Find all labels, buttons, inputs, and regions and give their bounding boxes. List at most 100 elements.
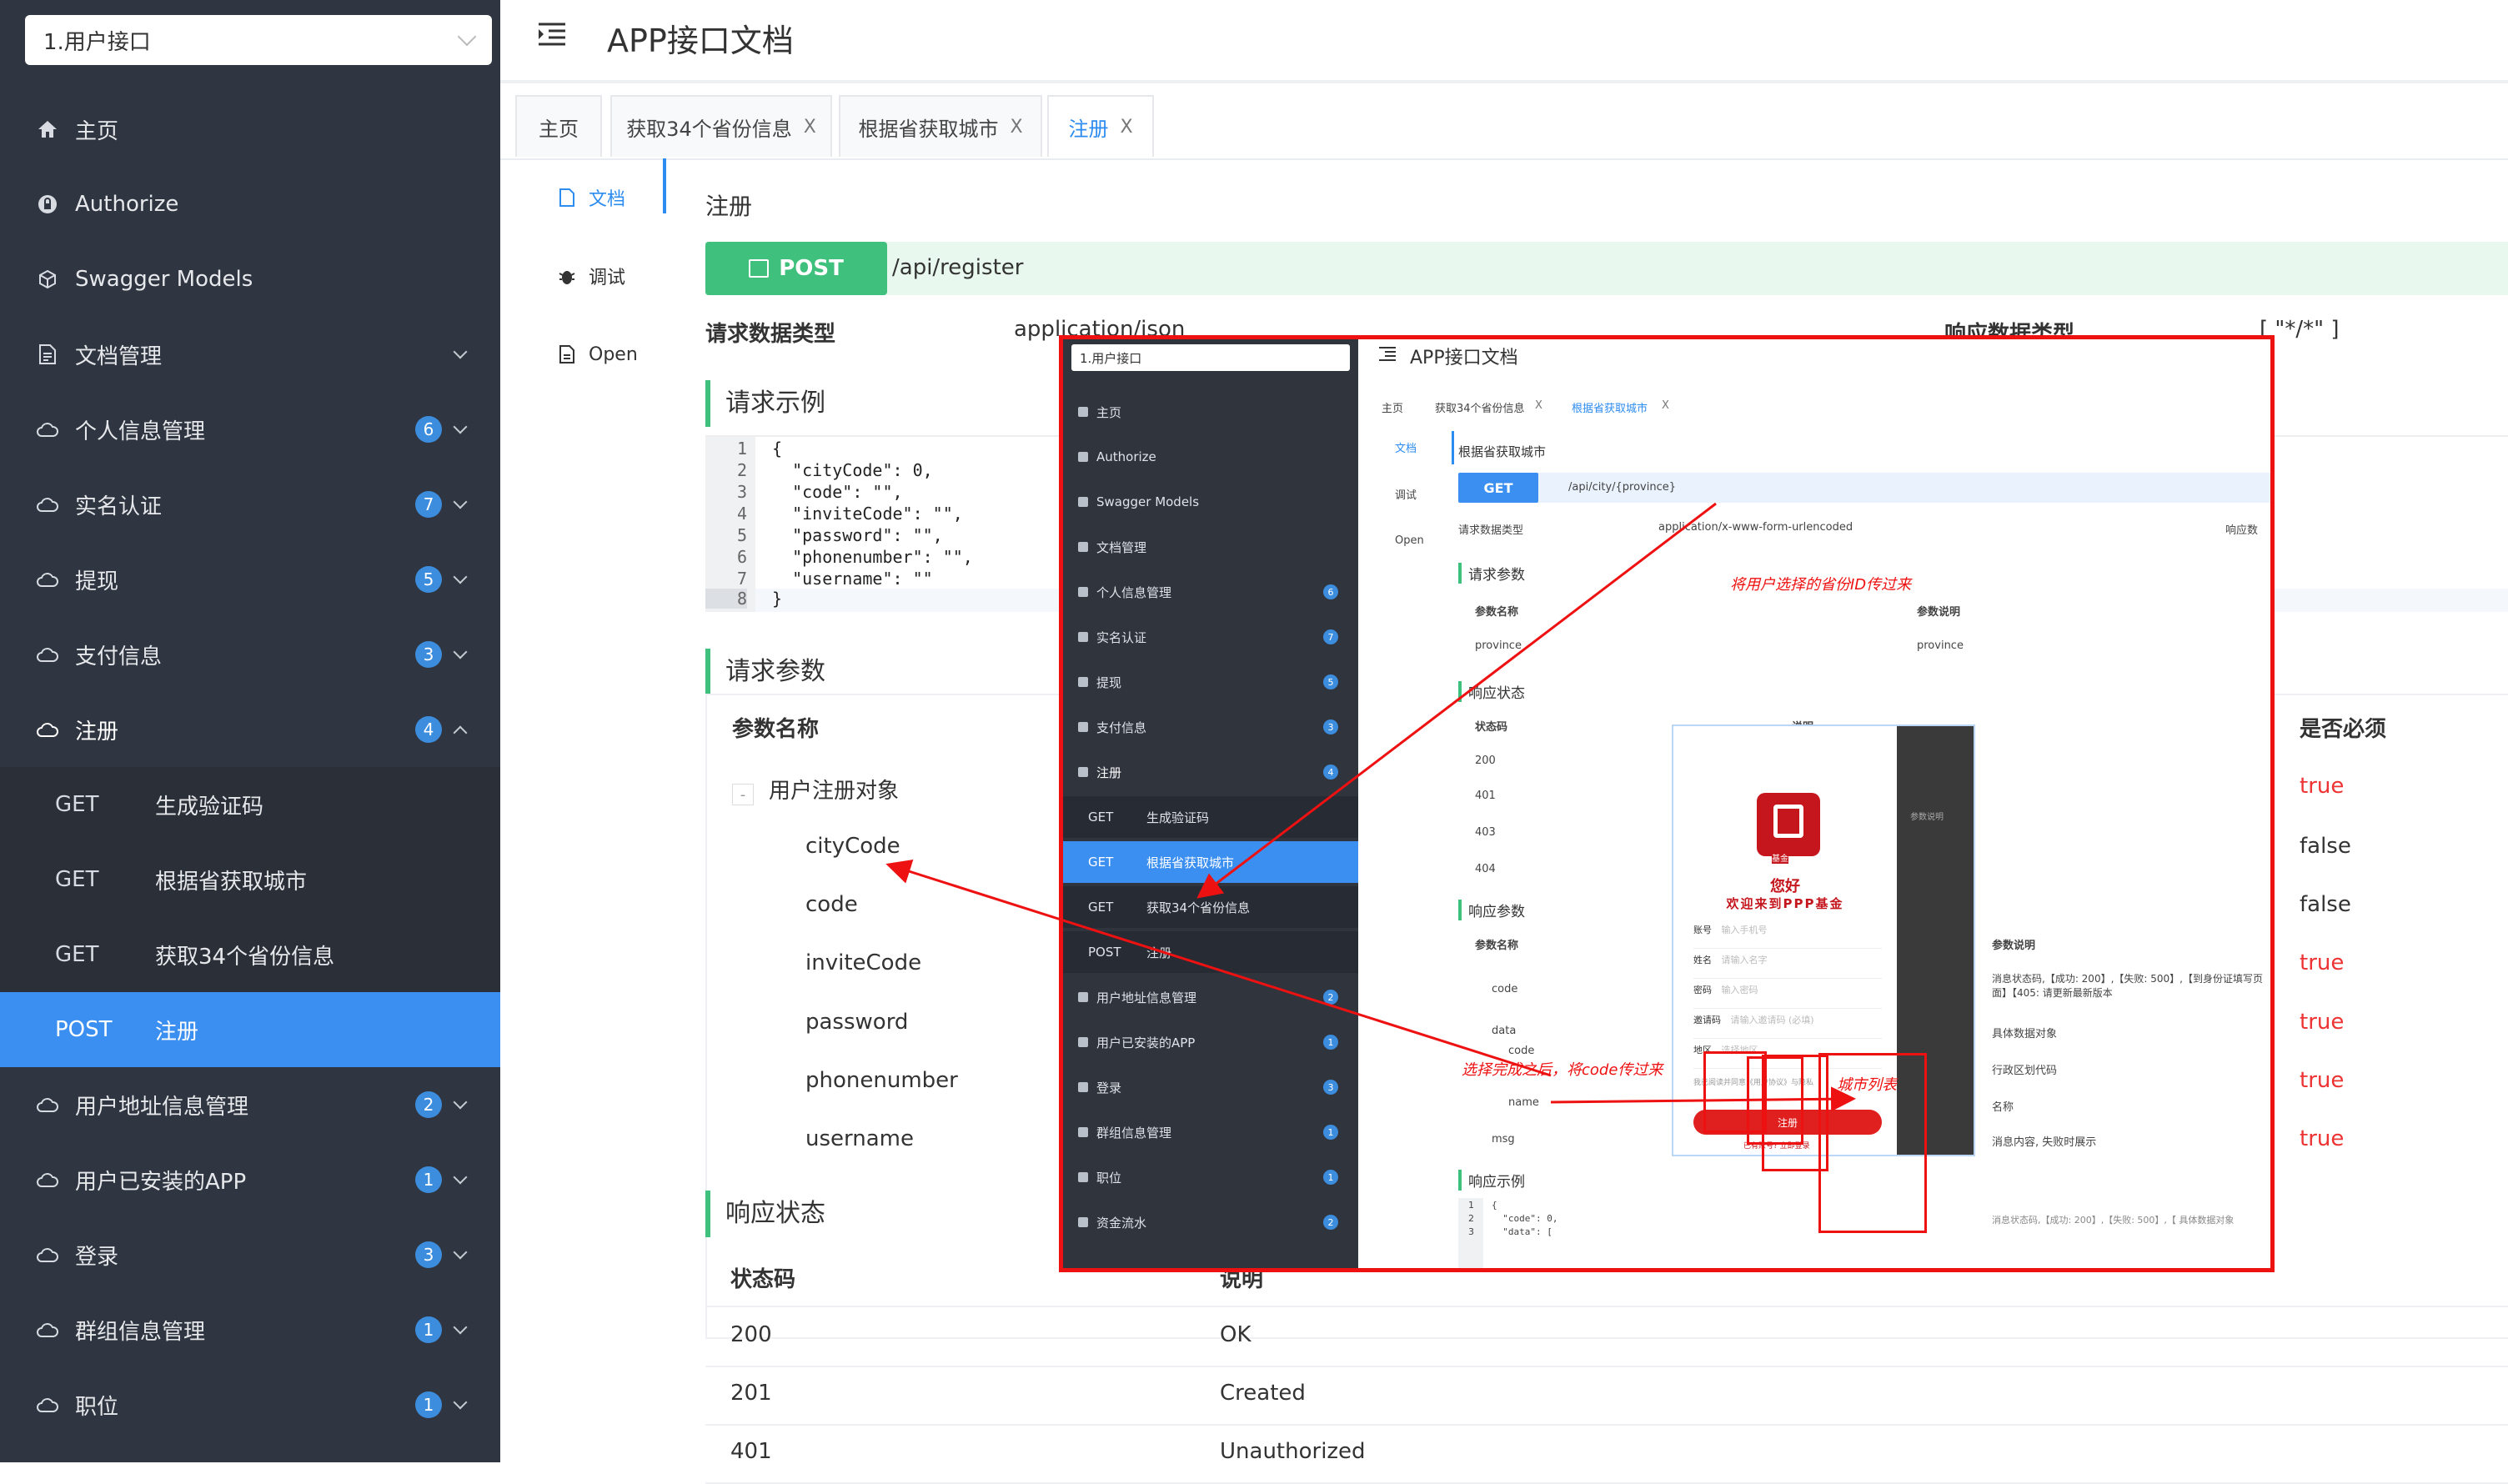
collapse-toggle[interactable]: - bbox=[732, 784, 754, 805]
subnav-active-indicator bbox=[663, 158, 666, 213]
embedded-resp-name: name bbox=[1508, 1096, 1539, 1109]
embedded-nav-label: Swagger Models bbox=[1096, 494, 1200, 509]
embedded-nav-label: Authorize bbox=[1096, 449, 1156, 464]
embedded-api-title: 根据省获取城市 bbox=[1458, 444, 1547, 459]
chevron-down-icon bbox=[453, 1095, 468, 1110]
embedded-nav-item: 个人信息管理 6 bbox=[1063, 571, 1358, 613]
sidebar-item-group-info[interactable]: 群组信息管理 1 bbox=[0, 1292, 500, 1367]
sidebar-item-register[interactable]: 注册 4 bbox=[0, 692, 500, 767]
col-header-required: 是否必须 bbox=[2300, 717, 2387, 742]
tab-home[interactable]: 主页 bbox=[515, 95, 602, 157]
embedded-status-code: 404 bbox=[1475, 863, 1496, 875]
close-icon[interactable]: X bbox=[1010, 117, 1022, 138]
subnav-debug[interactable]: 调试 bbox=[534, 237, 667, 315]
embedded-nav-item: 职位 1 bbox=[1063, 1156, 1358, 1198]
line-number: 2 bbox=[1468, 1213, 1474, 1224]
app-title: APP接口文档 bbox=[607, 23, 794, 59]
table-row: 401 Unauthorized bbox=[705, 1424, 2508, 1484]
sidebar-item-realname[interactable]: 实名认证 7 bbox=[0, 467, 500, 542]
code-line: "code": "", bbox=[772, 482, 903, 502]
embedded-resp-desc: 名称 bbox=[1992, 1101, 2014, 1114]
embedded-nav-label: 个人信息管理 bbox=[1096, 584, 1172, 600]
sidebar-item-label: 登录 bbox=[75, 1244, 119, 1270]
embedded-nav-item: 用户已安装的APP 1 bbox=[1063, 1021, 1358, 1063]
close-icon[interactable]: X bbox=[804, 117, 816, 138]
annotation-note: 选择完成之后，将code传过来 bbox=[1462, 1061, 1663, 1079]
sidebar-item-address[interactable]: 用户地址信息管理 2 bbox=[0, 1067, 500, 1142]
cloud-icon bbox=[1078, 587, 1088, 597]
subnav-doc[interactable]: 文档 bbox=[534, 158, 667, 237]
sidebar-subitem-active[interactable]: POST 注册 bbox=[0, 992, 500, 1067]
sidebar-item-installed-apps[interactable]: 用户已安装的APP 1 bbox=[0, 1142, 500, 1217]
embedded-section-params: 请求参数 bbox=[1458, 563, 1525, 584]
group-select[interactable]: 1.用户接口 bbox=[25, 15, 492, 65]
count-badge: 1 bbox=[415, 1166, 442, 1193]
close-icon[interactable]: X bbox=[1120, 117, 1132, 138]
sidebar-item-payment[interactable]: 支付信息 3 bbox=[0, 617, 500, 692]
sidebar-item-label: 职位 bbox=[75, 1394, 119, 1420]
col-header-status: 状态码 bbox=[730, 1267, 796, 1292]
phone-field: 姓名 请输入名字 bbox=[1693, 953, 1882, 979]
section-title-example: 请求示例 bbox=[705, 380, 825, 427]
chevron-down-icon bbox=[453, 569, 468, 584]
http-method: GET bbox=[55, 942, 99, 967]
embedded-resp-name: code bbox=[1508, 1045, 1535, 1057]
menu-toggle-icon bbox=[1379, 347, 1396, 361]
tab-label: 主页 bbox=[539, 117, 579, 141]
cloud-icon bbox=[1078, 722, 1088, 732]
sidebar-subitem[interactable]: GET 根据省获取城市 bbox=[0, 842, 500, 917]
tab-register[interactable]: 注册 X bbox=[1047, 95, 1154, 157]
embedded-nav-item: 文档管理 bbox=[1063, 526, 1358, 568]
cube-icon bbox=[37, 268, 58, 290]
tab-cities[interactable]: 根据省获取城市 X bbox=[839, 95, 1042, 157]
sidebar-item-home[interactable]: 主页 bbox=[0, 92, 500, 167]
http-method: GET bbox=[1088, 855, 1114, 870]
highlight-box-city-list bbox=[1818, 1053, 1927, 1233]
param-required: true bbox=[2300, 1010, 2345, 1035]
sidebar-subitem[interactable]: GET 生成验证码 bbox=[0, 767, 500, 842]
menu-toggle-icon[interactable] bbox=[537, 22, 567, 47]
sidebar-item-doc-management[interactable]: 文档管理 bbox=[0, 317, 500, 392]
chevron-down-icon bbox=[453, 494, 468, 509]
sidebar-item-label: 支付信息 bbox=[75, 644, 163, 669]
phone-side-text: 参数说明 bbox=[1910, 813, 1944, 822]
status-code: 200 bbox=[730, 1322, 772, 1347]
embedded-code-tail: 消息状态码,【成功: 200】,【失败: 500】,【 具体数据对象 bbox=[1992, 1215, 2235, 1226]
tab-label: 根据省获取城市 bbox=[858, 117, 999, 141]
embedded-section-resp-params: 响应参数 bbox=[1458, 900, 1525, 920]
code-line: "username": "" bbox=[772, 569, 933, 589]
embedded-nav-item: 登录 3 bbox=[1063, 1066, 1358, 1108]
cloud-icon bbox=[1078, 677, 1088, 687]
sidebar-item-withdraw[interactable]: 提现 5 bbox=[0, 542, 500, 617]
embedded-nav-item: Authorize bbox=[1063, 436, 1358, 478]
embedded-param-desc: province bbox=[1917, 639, 1964, 652]
sidebar-item-position[interactable]: 职位 1 bbox=[0, 1367, 500, 1442]
count-badge: 4 bbox=[1323, 765, 1338, 780]
count-badge: 6 bbox=[415, 416, 442, 443]
tab-provinces[interactable]: 获取34个省份信息 X bbox=[610, 95, 832, 157]
sidebar-item-personal-info[interactable]: 个人信息管理 6 bbox=[0, 392, 500, 467]
cloud-icon bbox=[1078, 1082, 1088, 1092]
phone-field: 密码 输入密码 bbox=[1693, 983, 1882, 1009]
embedded-col-desc: 参数说明 bbox=[1992, 940, 2036, 952]
sidebar-item-label: 个人信息管理 bbox=[75, 419, 206, 444]
embedded-nav-label: 注册 bbox=[1146, 945, 1172, 960]
phone-hello: 您好 bbox=[1770, 878, 1800, 895]
subnav-label: 文档 bbox=[589, 189, 626, 210]
sidebar-item-swagger-models[interactable]: Swagger Models bbox=[0, 242, 500, 317]
code-line: } bbox=[772, 589, 783, 609]
embedded-sub-item-active: GET 根据省获取城市 bbox=[1063, 841, 1358, 883]
embedded-app-title: APP接口文档 bbox=[1410, 348, 1518, 368]
cloud-icon bbox=[1078, 1037, 1088, 1047]
annotation-note: 将用户选择的省份ID传过来 bbox=[1730, 576, 1912, 594]
sidebar-subitem-label: 根据省获取城市 bbox=[155, 869, 308, 895]
sidebar-item-login[interactable]: 登录 3 bbox=[0, 1217, 500, 1292]
http-method: GET bbox=[1088, 900, 1114, 915]
sidebar-item-label: 实名认证 bbox=[75, 494, 163, 519]
embedded-nav-item: 群组信息管理 1 bbox=[1063, 1111, 1358, 1153]
field-placeholder: 请输入名字 bbox=[1721, 955, 1768, 965]
sidebar-item-authorize[interactable]: Authorize bbox=[0, 167, 500, 242]
embedded-nav-item: 提现 5 bbox=[1063, 661, 1358, 703]
sidebar-subitem[interactable]: GET 获取34个省份信息 bbox=[0, 917, 500, 992]
subnav-open[interactable]: Open bbox=[534, 315, 667, 394]
